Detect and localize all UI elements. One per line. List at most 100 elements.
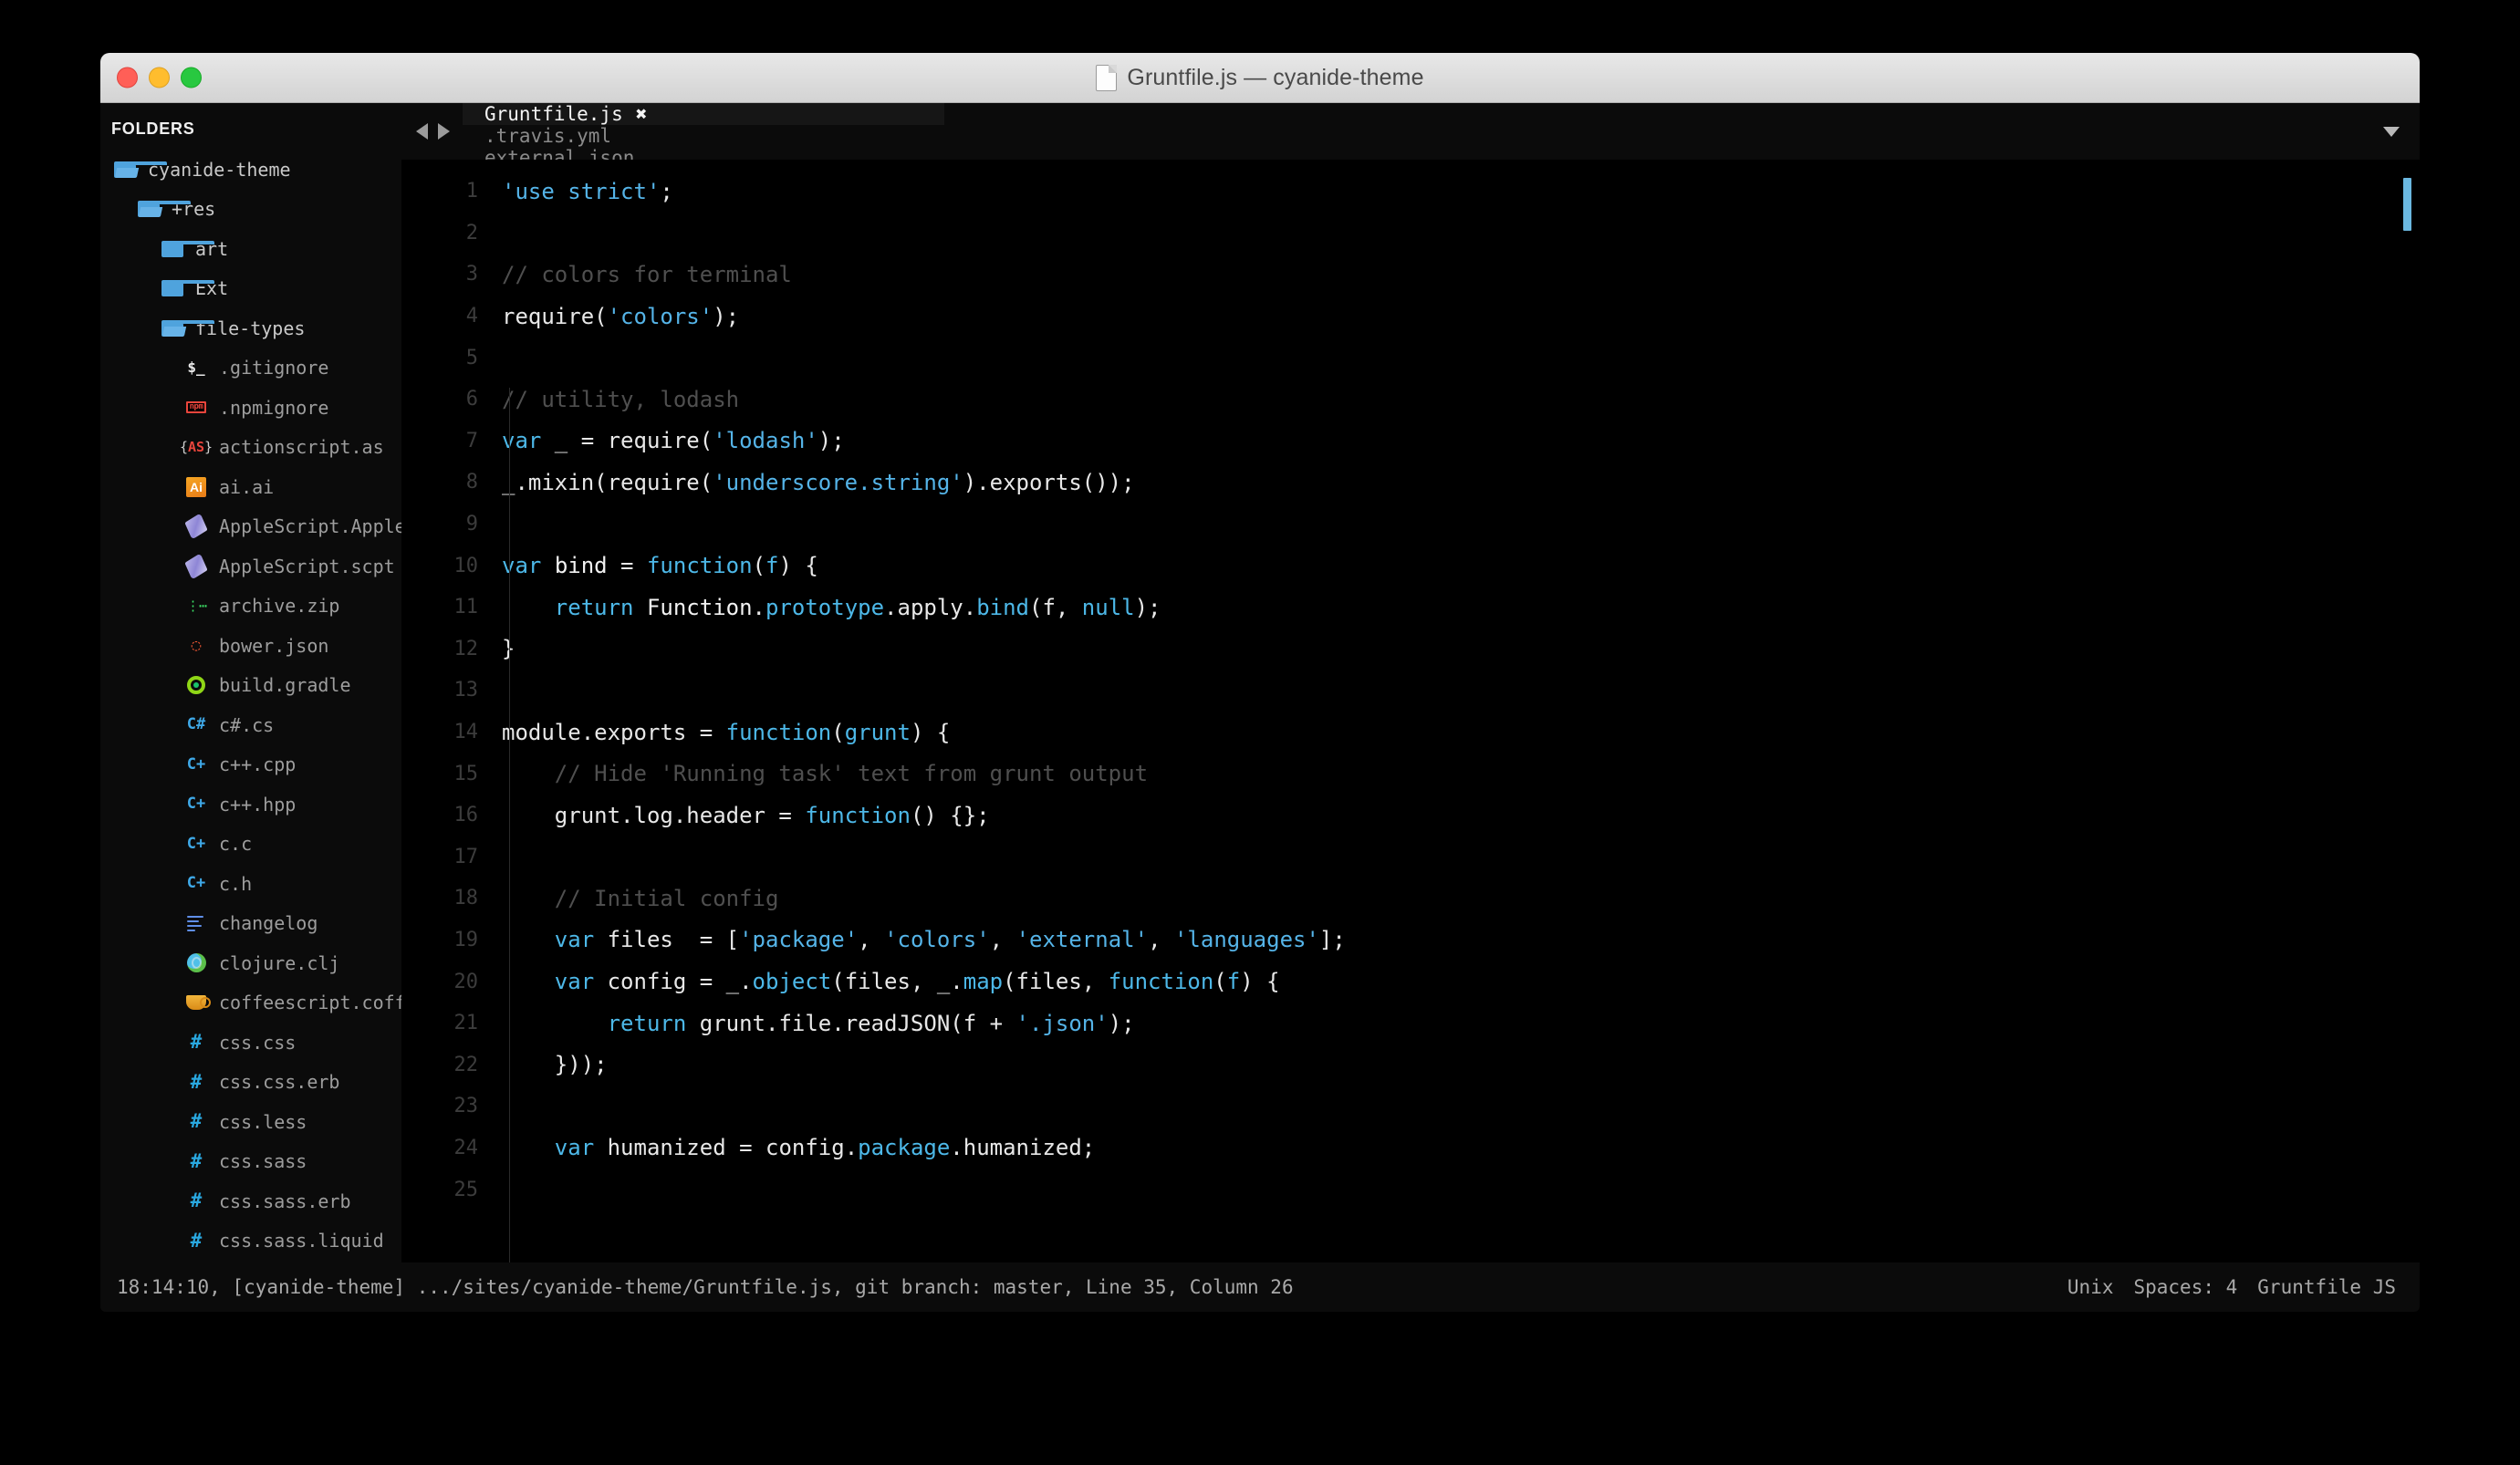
code-line[interactable]: 21 return grunt.file.readJSON(f + '.json… [401, 1003, 2420, 1044]
tree-file-row[interactable]: C+ c.c [100, 825, 401, 865]
folder-tree[interactable]: cyanide-theme +res art Ext file-types $_ .giti… [100, 150, 401, 1261]
status-syntax[interactable]: Gruntfile JS [2257, 1276, 2396, 1298]
status-bar: 18:14:10, [cyanide-theme] .../sites/cyan… [100, 1262, 2420, 1312]
sidebar: FOLDERS cyanide-theme +res art Ext file-type… [100, 103, 401, 1312]
tree-file-row[interactable]: AppleScript.scpt [100, 546, 401, 587]
vertical-scrollbar[interactable] [2403, 178, 2411, 231]
code-line[interactable]: 18 // Initial config [401, 878, 2420, 920]
line-number: 25 [453, 1178, 479, 1201]
tree-file-row[interactable]: ◌ bower.json [100, 626, 401, 666]
tree-folder-row[interactable]: art [100, 229, 401, 269]
code-text: // utility, lodash [502, 387, 739, 412]
code-line[interactable]: 10 var bind = function(f) { [401, 545, 2420, 587]
tree-file-row[interactable]: changelog [100, 904, 401, 944]
code-line[interactable]: 24 var humanized = config.package.humani… [401, 1127, 2420, 1169]
code-line[interactable]: 17 [401, 836, 2420, 878]
window-title: Gruntfile.js — cyanide-theme [1127, 64, 1424, 90]
code-line[interactable]: 16 grunt.log.header = function() {}; [401, 795, 2420, 836]
tree-file-row[interactable]: C+ c++.hpp [100, 784, 401, 825]
close-button[interactable] [117, 67, 138, 88]
tree-item-label: c++.hpp [219, 793, 297, 816]
code-token: ; [660, 178, 673, 204]
code-editor[interactable]: 1'use strict'; 2 3// colors for terminal 4 r… [401, 160, 2420, 1312]
code-line[interactable]: 9 [401, 504, 2420, 545]
tab-overflow-button[interactable] [2363, 103, 2420, 160]
tree-file-row[interactable]: # css.css [100, 1023, 401, 1063]
tree-file-row[interactable]: ⋮⋯ archive.zip [100, 587, 401, 627]
tree-item-label: css.css.erb [219, 1071, 340, 1094]
code-line[interactable]: 19 var files = ['package', 'colors', 'ex… [401, 920, 2420, 961]
zoom-button[interactable] [181, 67, 202, 88]
code-line[interactable]: 22 })); [401, 1044, 2420, 1086]
tree-file-row[interactable]: coffeescript.coffee [100, 983, 401, 1023]
code-token: 'languages' [1173, 927, 1319, 953]
tree-item-label: css.sass.erb [219, 1190, 351, 1212]
chevron-left-icon[interactable] [416, 123, 428, 140]
code-line[interactable]: 20 var config = _.object(files, _.map(fi… [401, 961, 2420, 1003]
editor-pane: Gruntfile.js✖.travis.ymlexternal.jsonPre… [401, 103, 2420, 1312]
tab-close-icon[interactable]: ✖ [636, 104, 648, 124]
code-token: 'external' [1015, 927, 1149, 953]
code-line[interactable]: 14 module.exports = function(grunt) { [401, 712, 2420, 753]
tree-file-row[interactable]: clojure.clj [100, 943, 401, 983]
tree-folder-row[interactable]: +res [100, 190, 401, 230]
code-token: function [1108, 969, 1214, 995]
line-number: 15 [453, 762, 479, 785]
minimize-button[interactable] [149, 67, 170, 88]
tree-file-row[interactable]: # css.css.erb [100, 1063, 401, 1103]
tree-file-row[interactable]: # css.less [100, 1102, 401, 1142]
tree-file-row[interactable]: C+ c++.cpp [100, 745, 401, 785]
editor-tab[interactable]: .travis.yml [463, 125, 945, 147]
code-line[interactable]: 8 _.mixin(require('underscore.string').ex… [401, 462, 2420, 504]
code-line[interactable]: 25 [401, 1169, 2420, 1210]
tree-file-row[interactable]: C+ c.h [100, 864, 401, 904]
tree-file-row[interactable]: C# c#.cs [100, 705, 401, 745]
tree-folder-row[interactable]: file-types [100, 308, 401, 348]
folder-open-icon [159, 319, 214, 337]
tree-file-row[interactable]: build.gradle [100, 666, 401, 706]
code-line[interactable]: 13 [401, 670, 2420, 712]
line-number: 9 [465, 513, 478, 536]
line-number: 16 [453, 804, 479, 827]
editor-tab[interactable]: Gruntfile.js ✖ [463, 103, 945, 125]
code-line[interactable]: 15 // Hide 'Running task' text from grun… [401, 753, 2420, 795]
code-token: ( [1213, 969, 1227, 995]
tree-file-row[interactable]: # css.sass [100, 1142, 401, 1182]
code-token: files = [ [594, 927, 740, 953]
css-hash-icon: # [190, 1031, 203, 1054]
code-line[interactable]: 2 [401, 213, 2420, 255]
code-text: // colors for terminal [502, 262, 792, 287]
line-number: 4 [465, 305, 478, 328]
code-token: ).exports()); [963, 469, 1135, 495]
code-line[interactable]: 7 var _ = require('lodash'); [401, 421, 2420, 462]
code-token: function [646, 553, 753, 579]
code-line[interactable]: 1 'use strict'; [401, 171, 2420, 213]
code-line[interactable]: 3 // colors for terminal [401, 254, 2420, 296]
status-line-ending[interactable]: Unix [2067, 1276, 2114, 1298]
line-number: 6 [465, 388, 478, 411]
status-indentation[interactable]: Spaces: 4 [2133, 1276, 2237, 1298]
code-line[interactable]: 6 // utility, lodash [401, 379, 2420, 421]
tree-file-row[interactable]: # css.sass.liquid [100, 1221, 401, 1262]
code-text: require('colors'); [502, 304, 739, 329]
code-token: ]; [1318, 927, 1346, 953]
code-text: var files = ['package', 'colors', 'exter… [502, 927, 1346, 952]
tree-item-label: c.h [219, 872, 253, 895]
code-line[interactable]: 23 [401, 1086, 2420, 1127]
code-line[interactable]: 11 return Function.prototype.apply.bind(… [401, 587, 2420, 629]
tree-folder-row[interactable]: cyanide-theme [100, 150, 401, 190]
tree-file-row[interactable]: $_ .gitignore [100, 348, 401, 389]
code-line[interactable]: 12} [401, 629, 2420, 670]
tree-folder-row[interactable]: Ext [100, 269, 401, 309]
code-line[interactable]: 4 require('colors'); [401, 296, 2420, 338]
tree-file-row[interactable]: npm .npmignore [100, 388, 401, 428]
tree-item-label: bower.json [219, 634, 329, 657]
tree-file-row[interactable]: AppleScript.AppleScript [100, 507, 401, 547]
code-text: })); [502, 1052, 608, 1077]
tree-file-row[interactable]: Ai ai.ai [100, 467, 401, 507]
chevron-right-icon[interactable] [438, 123, 450, 140]
tree-file-row[interactable]: # css.sass.erb [100, 1181, 401, 1221]
code-line[interactable]: 5 [401, 337, 2420, 379]
tree-file-row[interactable]: {AS} actionscript.as [100, 428, 401, 468]
